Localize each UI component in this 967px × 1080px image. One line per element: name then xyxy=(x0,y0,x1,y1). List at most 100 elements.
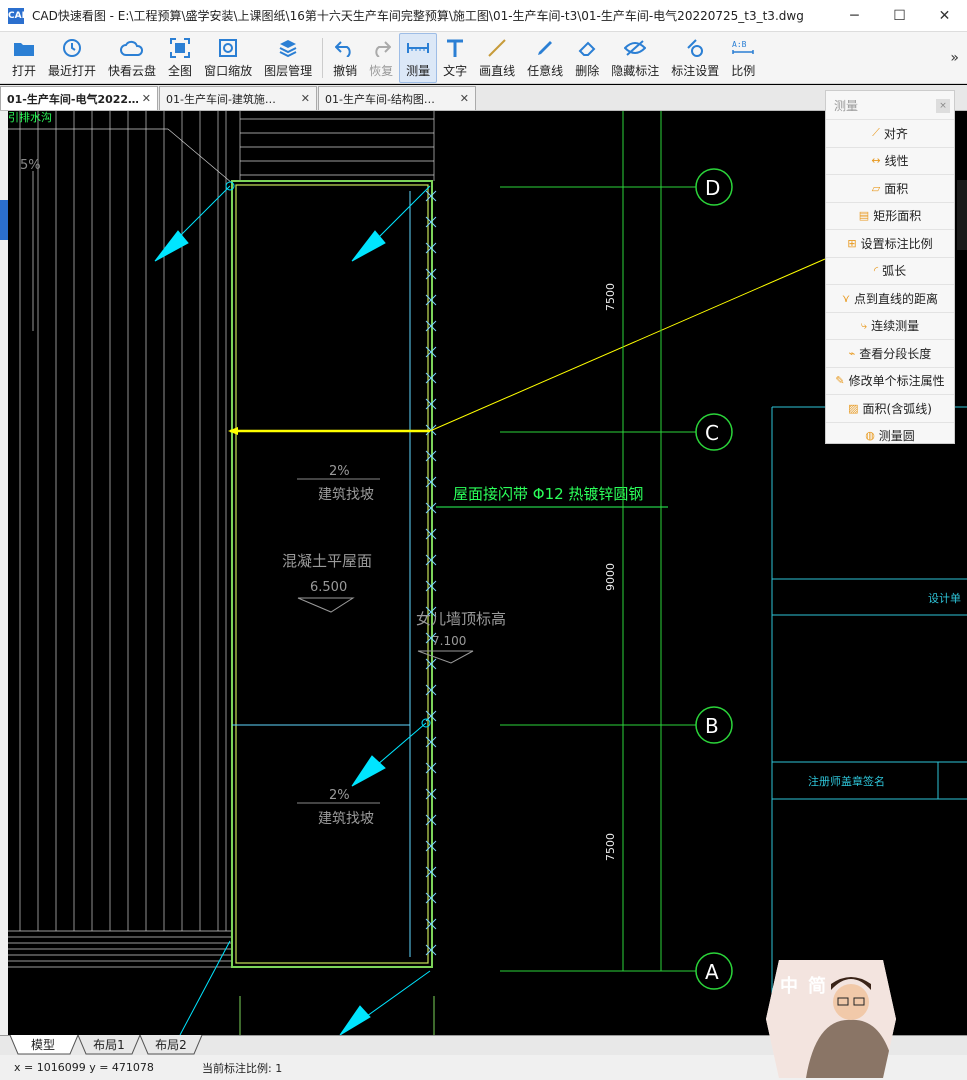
pen-icon xyxy=(533,37,557,59)
measure-item-label: 测量圆 xyxy=(878,429,915,444)
freeline-button[interactable]: 任意线 xyxy=(521,33,569,83)
window-zoom-label: 窗口缩放 xyxy=(204,63,253,78)
avatar-caption: 中简 xyxy=(780,976,836,997)
undo-button[interactable]: 撤销 xyxy=(327,33,363,83)
open-label: 打开 xyxy=(12,63,37,78)
tab-structure[interactable]: 01-生产车间-结构图… ✕ xyxy=(318,86,476,110)
measure-align[interactable]: ⟋ 对齐 xyxy=(826,119,954,147)
measure-linear[interactable]: ↔ 线性 xyxy=(826,146,954,175)
measure-circle[interactable]: ◍ 测量圆 xyxy=(826,421,954,450)
dim-7500-top: 7500 xyxy=(604,283,617,311)
right-scroll-handle[interactable] xyxy=(957,180,967,250)
line-label: 画直线 xyxy=(479,63,516,78)
cloud-button[interactable]: 快看云盘 xyxy=(102,33,162,83)
axis-a: A xyxy=(705,960,719,984)
measure-set-scale[interactable]: ⊞ 设置标注比例 xyxy=(826,229,954,257)
measure-item-label: 查看分段长度 xyxy=(859,346,932,361)
maximize-button[interactable]: ☐ xyxy=(877,0,922,32)
drawing-canvas[interactable]: 5% 引排水沟 2% 建筑找坡 混凝土平屋面 6.500 女儿墙顶标高 7.10… xyxy=(0,111,967,1035)
measure-item-label: 设置标注比例 xyxy=(860,236,933,251)
measure-panel-title: 测量 xyxy=(834,98,859,113)
svg-text:A:B: A:B xyxy=(732,40,747,49)
recent-label: 最近打开 xyxy=(48,63,97,78)
continuous-icon: ⤷ xyxy=(860,318,868,332)
hide-dim-button[interactable]: 隐藏标注 xyxy=(605,33,665,83)
redo-button[interactable]: 恢复 xyxy=(363,33,399,83)
layers-label: 图层管理 xyxy=(264,63,313,78)
ruler-icon xyxy=(406,37,430,59)
side-panel-handle[interactable] xyxy=(0,200,8,240)
close-icon[interactable]: ✕ xyxy=(460,92,469,105)
measure-arc[interactable]: ◜ 弧长 xyxy=(826,256,954,285)
area-icon: ▱ xyxy=(871,181,881,195)
hide-dim-label: 隐藏标注 xyxy=(611,63,660,78)
align-icon: ⟋ xyxy=(872,126,880,140)
text-button[interactable]: 文字 xyxy=(437,33,473,83)
measure-item-label: 线性 xyxy=(884,154,909,169)
close-icon[interactable]: ✕ xyxy=(301,92,310,105)
measure-item-label: 对齐 xyxy=(883,126,908,141)
tab-electrical[interactable]: 01-生产车间-电气2022… ✕ xyxy=(0,86,158,110)
dim-settings-label: 标注设置 xyxy=(671,63,720,78)
close-icon[interactable]: × xyxy=(936,99,950,113)
minimize-button[interactable]: ─ xyxy=(832,0,877,32)
fullview-icon xyxy=(168,37,192,59)
scale-button[interactable]: A:B 比例 xyxy=(725,33,761,83)
coordinate-readout: x = 1016099 y = 471078 xyxy=(14,1061,154,1074)
left-edge xyxy=(0,111,8,1035)
build-slope-b: 建筑找坡 xyxy=(318,811,374,827)
elevation-marker-b xyxy=(417,650,474,664)
window-zoom-button[interactable]: 窗口缩放 xyxy=(198,33,258,83)
layers-button[interactable]: 图层管理 xyxy=(258,33,318,83)
close-button[interactable]: ✕ xyxy=(922,0,967,32)
measure-arc-area[interactable]: ▨ 面积(含弧线) xyxy=(826,394,954,422)
redo-icon xyxy=(369,37,393,59)
axis-bubbles xyxy=(695,168,733,990)
measure-edit-dim[interactable]: ✎ 修改单个标注属性 xyxy=(826,366,954,395)
parapet-outer xyxy=(231,180,433,968)
layout-tab-model[interactable]: 模型 xyxy=(20,1036,66,1055)
parapet-inner xyxy=(235,184,429,964)
elevation-650: 6.500 xyxy=(310,580,347,595)
tab-label: 01-生产车间-电气2022… xyxy=(7,92,138,106)
measure-point-line[interactable]: ⋎ 点到直线的距离 xyxy=(826,284,954,312)
undo-label: 撤销 xyxy=(333,63,358,78)
measure-continuous[interactable]: ⤷ 连续测量 xyxy=(826,311,954,340)
leader-line xyxy=(429,258,826,432)
gear-pen-icon xyxy=(683,37,707,59)
fit-button[interactable]: 全图 xyxy=(162,33,198,83)
axis-c: C xyxy=(705,421,719,445)
scale-icon: A:B xyxy=(731,37,755,59)
dimension-lines xyxy=(500,111,696,972)
close-icon[interactable]: ✕ xyxy=(142,92,151,105)
tab-architecture[interactable]: 01-生产车间-建筑施… ✕ xyxy=(159,86,317,110)
cloud-icon xyxy=(120,37,144,59)
layout-tab-2[interactable]: 布局2 xyxy=(148,1036,194,1055)
measure-button[interactable]: 测量 xyxy=(399,32,438,83)
freeline-label: 任意线 xyxy=(527,63,564,78)
scale-readout: 当前标注比例: 1 xyxy=(202,1061,283,1075)
measure-area[interactable]: ▱ 面积 xyxy=(826,174,954,202)
document-tabs: 01-生产车间-电气2022… ✕ 01-生产车间-建筑施… ✕ 01-生产车间… xyxy=(0,85,967,111)
dim-9000: 9000 xyxy=(604,563,617,591)
title-bar: CAD CAD快速看图 - E:\工程预算\盛学安装\上课图纸\16第十六天生产… xyxy=(0,0,967,32)
window-title: CAD快速看图 - E:\工程预算\盛学安装\上课图纸\16第十六天生产车间完整… xyxy=(32,9,804,23)
arc-area-icon: ▨ xyxy=(848,401,859,415)
elevation-marker-a xyxy=(297,597,355,613)
more-tools-button[interactable]: » xyxy=(950,50,959,66)
measure-segments[interactable]: ⌁ 查看分段长度 xyxy=(826,339,954,367)
layout-tab-1[interactable]: 布局1 xyxy=(86,1036,132,1055)
open-button[interactable]: 打开 xyxy=(6,33,42,83)
rect-area-icon: ▤ xyxy=(858,209,870,223)
point-line-icon: ⋎ xyxy=(841,291,851,305)
measure-rect-area[interactable]: ▤ 矩形面积 xyxy=(826,201,954,230)
dim-settings-button[interactable]: 标注设置 xyxy=(665,33,725,83)
top-left-label: 引排水沟 xyxy=(8,111,52,124)
title-block xyxy=(771,406,967,1035)
recent-button[interactable]: 最近打开 xyxy=(42,33,102,83)
measure-item-label: 弧长 xyxy=(882,264,907,279)
line-button[interactable]: 画直线 xyxy=(473,33,521,83)
presenter-avatar: 中简 xyxy=(766,960,896,1078)
scale-label: 比例 xyxy=(731,63,756,78)
erase-button[interactable]: 删除 xyxy=(569,33,605,83)
